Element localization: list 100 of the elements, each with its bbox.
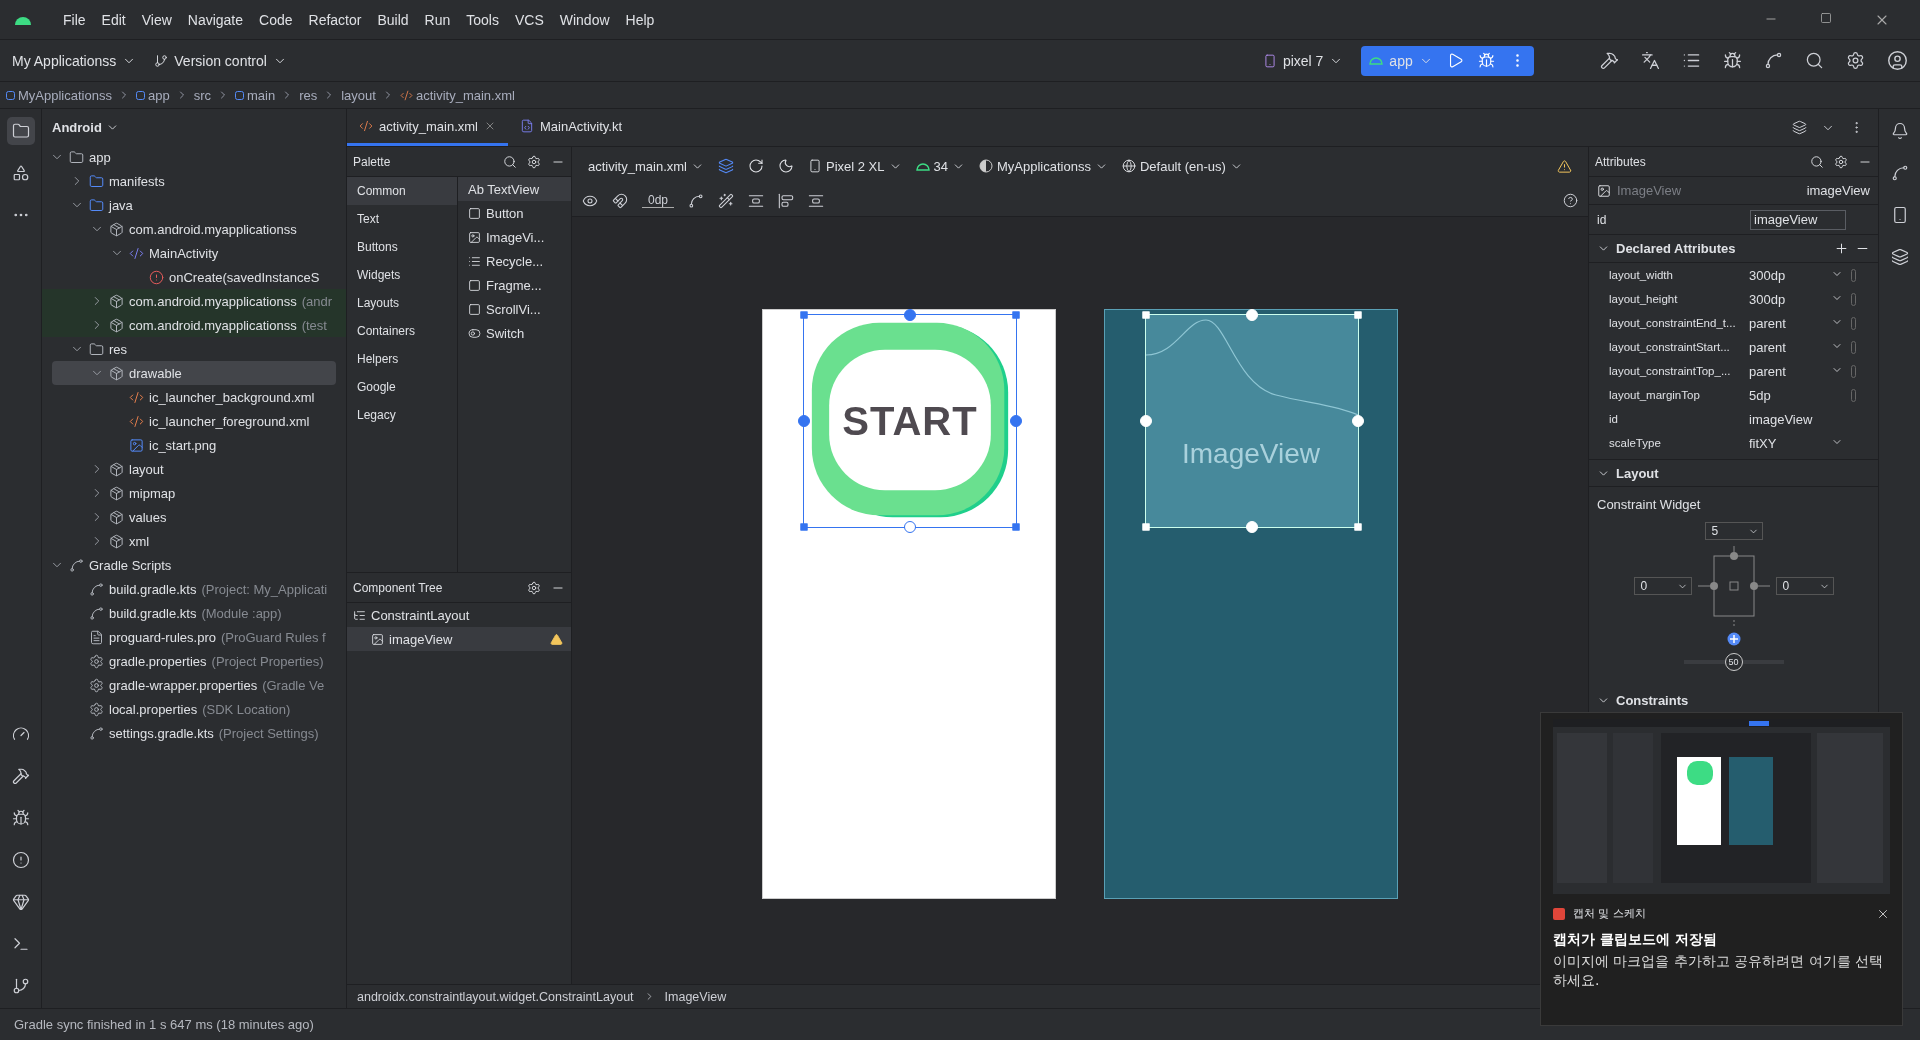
palette-item[interactable]: Recycle...: [458, 249, 571, 273]
resize-handle[interactable]: [1012, 311, 1020, 319]
constraint-handle[interactable]: [904, 309, 916, 321]
add-icon[interactable]: [1834, 241, 1849, 256]
attribute-value[interactable]: parent: [1749, 339, 1831, 355]
settings-icon[interactable]: [1834, 154, 1848, 169]
orientation-icon[interactable]: [747, 158, 764, 174]
gem-icon[interactable]: [11, 893, 30, 911]
palette-item[interactable]: Ab TextView: [458, 177, 571, 201]
right-margin-field[interactable]: 0: [1775, 577, 1834, 595]
id-field[interactable]: imageView: [1750, 209, 1846, 230]
tree-item[interactable]: com.android.myapplicationss (test: [42, 313, 346, 337]
tree-item[interactable]: build.gradle.kts (Module :app): [42, 601, 346, 625]
menu-item[interactable]: File: [56, 7, 93, 32]
palette-category[interactable]: Widgets: [347, 261, 457, 289]
version-control-button[interactable]: Version control: [154, 52, 287, 69]
folder-icon[interactable]: [11, 122, 30, 140]
night-mode-icon[interactable]: [777, 158, 794, 174]
warning-icon[interactable]: [1557, 158, 1572, 174]
terminal-icon[interactable]: [11, 935, 30, 953]
infer-constraints-icon[interactable]: [718, 192, 735, 209]
component-tree-item[interactable]: imageView: [347, 627, 571, 651]
constraint-handle[interactable]: [798, 415, 810, 427]
search-icon[interactable]: [1810, 154, 1824, 169]
tree-item[interactable]: ic_start.png: [42, 433, 346, 457]
menu-item[interactable]: Edit: [94, 7, 133, 32]
default-margin-field[interactable]: 0dp: [642, 193, 675, 208]
settings-icon[interactable]: [527, 154, 541, 169]
breadcrumb-item[interactable]: ImageView: [664, 989, 727, 1004]
constraint-handle[interactable]: [904, 521, 916, 533]
palette-category[interactable]: Legacy: [347, 401, 457, 429]
tree-item[interactable]: app: [42, 145, 346, 169]
design-surface-icon[interactable]: [717, 158, 734, 174]
branch-icon[interactable]: [11, 977, 30, 995]
device-selector[interactable]: Pixel 2 XL: [807, 158, 902, 174]
palette-category[interactable]: Text: [347, 205, 457, 233]
tree-item[interactable]: com.android.myapplicationss: [42, 217, 346, 241]
attribute-value[interactable]: parent: [1749, 363, 1831, 379]
menu-item[interactable]: View: [134, 7, 179, 32]
attribute-value[interactable]: 5dp: [1749, 387, 1831, 403]
tree-item[interactable]: MainActivity: [42, 241, 346, 265]
editor-tab[interactable]: MainActivity.kt: [507, 109, 635, 146]
tree-item[interactable]: settings.gradle.kts (Project Settings): [42, 721, 346, 745]
palette-item[interactable]: Button: [458, 201, 571, 225]
attribute-value[interactable]: fitXY: [1749, 435, 1831, 451]
editor-tab[interactable]: activity_main.xml: [347, 109, 508, 146]
palette-category[interactable]: Helpers: [347, 345, 457, 373]
tree-item[interactable]: mipmap: [42, 481, 346, 505]
settings-icon[interactable]: [1846, 51, 1865, 70]
left-margin-field[interactable]: 0: [1633, 577, 1692, 595]
bias-slider[interactable]: 50: [1724, 653, 1743, 671]
breadcrumb-item[interactable]: layout: [341, 87, 376, 103]
breadcrumb-item[interactable]: activity_main.xml: [399, 87, 515, 103]
project-view-selector[interactable]: Android: [52, 119, 102, 135]
search-icon[interactable]: [503, 154, 517, 169]
add-constraint-icon[interactable]: [1726, 632, 1741, 646]
theme-selector[interactable]: MyApplicationss: [979, 158, 1108, 174]
constraint-handle[interactable]: [1010, 415, 1022, 427]
project-selector[interactable]: My Applicationss: [12, 52, 137, 69]
breadcrumb-item[interactable]: src: [193, 87, 211, 103]
palette-item[interactable]: ScrollVi...: [458, 297, 571, 321]
menu-item[interactable]: Run: [417, 7, 458, 32]
restore-icon[interactable]: [1820, 11, 1832, 24]
palette-item[interactable]: Switch: [458, 321, 571, 345]
device-selector[interactable]: pixel 7: [1262, 52, 1344, 69]
attribute-value[interactable]: 300dp: [1749, 267, 1831, 283]
menu-item[interactable]: Build: [370, 7, 416, 32]
palette-item[interactable]: Fragme...: [458, 273, 571, 297]
palette-category[interactable]: Containers: [347, 317, 457, 345]
resize-handle[interactable]: [1012, 523, 1020, 531]
tree-item[interactable]: java: [42, 193, 346, 217]
bug-icon[interactable]: [1723, 51, 1742, 70]
tree-item[interactable]: ic_launcher_background.xml: [42, 385, 346, 409]
breadcrumb-item[interactable]: androidx.constraintlayout.widget.ConstraintLayout: [357, 989, 634, 1004]
resize-handle[interactable]: [800, 523, 808, 531]
palette-category[interactable]: Common: [347, 177, 457, 205]
help-icon[interactable]: [1563, 193, 1578, 208]
attribute-value[interactable]: parent: [1749, 315, 1831, 331]
alert-icon[interactable]: [11, 851, 30, 869]
breadcrumb-item[interactable]: MyApplicationss: [6, 87, 112, 103]
attribute-value[interactable]: imageView: [1749, 411, 1831, 427]
menu-item[interactable]: Tools: [459, 7, 506, 32]
component-tree-item[interactable]: ConstraintLayout: [347, 603, 571, 627]
breadcrumb-item[interactable]: main: [235, 87, 276, 103]
shapes-icon[interactable]: [11, 164, 30, 182]
file-selector[interactable]: activity_main.xml: [588, 158, 704, 174]
list-icon[interactable]: [1682, 51, 1701, 70]
palette-category[interactable]: Buttons: [347, 233, 457, 261]
tree-item[interactable]: proguard-rules.pro (ProGuard Rules f: [42, 625, 346, 649]
tree-item[interactable]: build.gradle.kts (Project: My_Applicati: [42, 577, 346, 601]
layers-icon[interactable]: [1890, 248, 1909, 266]
account-icon[interactable]: [1887, 50, 1908, 71]
translate-icon[interactable]: [1641, 51, 1660, 70]
tree-item[interactable]: manifests: [42, 169, 346, 193]
tree-item[interactable]: drawable: [52, 361, 336, 385]
palette-category[interactable]: Layouts: [347, 289, 457, 317]
api-level-selector[interactable]: 34: [915, 158, 965, 174]
align-icon[interactable]: [778, 192, 795, 209]
menu-item[interactable]: Refactor: [301, 7, 369, 32]
tree-item[interactable]: res: [42, 337, 346, 361]
